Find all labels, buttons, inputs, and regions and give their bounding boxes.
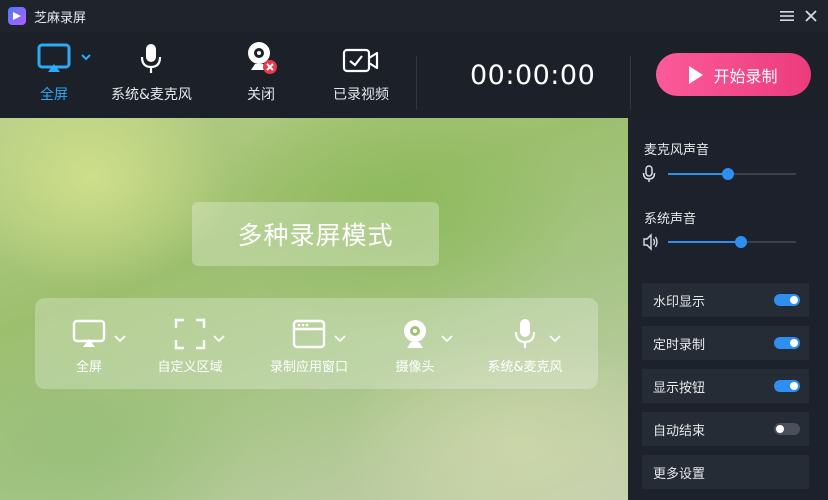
mode-label: 自定义区域 (157, 360, 223, 375)
close-icon[interactable] (801, 6, 821, 26)
app-logo-icon (8, 7, 26, 25)
option-label: 水印显示 (653, 294, 706, 310)
preview-area: 多种录屏模式 全屏 自定义区域 录制应用窗口 摄像头 系统&麦克风 (0, 118, 628, 500)
show-buttons-toggle[interactable] (774, 380, 800, 392)
mode-selector-bar: 全屏 自定义区域 录制应用窗口 摄像头 系统&麦克风 (35, 298, 598, 389)
mode-label: 系统&麦克风 (487, 360, 563, 375)
hamburger-icon[interactable] (777, 6, 797, 26)
settings-panel: 麦克风声音 系统声音 水印显示 定时录制 显示按钮 自动结束 更多设置 (628, 118, 828, 500)
mode-label: 摄像头 (395, 360, 435, 375)
system-volume-slider[interactable] (668, 236, 796, 248)
option-label: 显示按钮 (653, 380, 706, 396)
mic-volume-fill (668, 173, 729, 175)
microphone-icon (136, 40, 166, 76)
toggle-knob (776, 425, 784, 433)
scheduled-recording-toggle[interactable] (774, 337, 800, 349)
app-title: 芝麻录屏 (34, 10, 87, 26)
audio-source-button[interactable]: 系统&麦克风 (111, 40, 192, 104)
start-recording-button[interactable]: 开始录制 (656, 53, 811, 96)
option-label: 更多设置 (653, 466, 706, 482)
mode-label: 录制应用窗口 (270, 360, 349, 375)
option-auto-stop: 自动结束 (642, 412, 809, 446)
option-show-buttons: 显示按钮 (642, 369, 809, 403)
webcam-icon (400, 316, 430, 352)
speaker-icon (642, 233, 660, 255)
video-check-icon (341, 40, 381, 76)
recording-timer: 00:00:00 (470, 60, 596, 91)
camera-toggle-label: 关闭 (247, 87, 275, 103)
play-icon (689, 65, 704, 84)
watermark-toggle[interactable] (774, 294, 800, 306)
auto-stop-toggle[interactable] (774, 423, 800, 435)
modes-banner-title: 多种录屏模式 (237, 221, 394, 250)
option-label: 定时录制 (653, 337, 706, 353)
toolbar-divider (416, 56, 417, 110)
monitor-icon (72, 316, 106, 352)
system-volume-title: 系统声音 (644, 212, 697, 227)
camera-toggle-button[interactable]: 关闭 (243, 40, 279, 104)
toggle-knob (790, 382, 798, 390)
fullscreen-mode-label: 全屏 (40, 87, 68, 103)
option-scheduled-recording: 定时录制 (642, 326, 809, 360)
chevron-down-icon[interactable] (334, 328, 346, 347)
toggle-knob (790, 296, 798, 304)
title-bar: 芝麻录屏 (0, 0, 828, 32)
toolbar: 全屏 系统&麦克风 关闭 已录视频 00:00:00 开始录制 (0, 32, 828, 118)
audio-source-label: 系统&麦克风 (111, 87, 192, 103)
option-label: 自动结束 (653, 423, 706, 439)
mode-label: 全屏 (75, 360, 102, 375)
app-window-icon (292, 316, 326, 352)
system-volume-row (642, 233, 812, 251)
option-watermark: 水印显示 (642, 283, 809, 317)
fullscreen-mode-button[interactable]: 全屏 (34, 40, 94, 104)
webcam-off-icon (243, 40, 279, 76)
chevron-down-icon[interactable] (114, 328, 126, 347)
chevron-down-icon[interactable] (213, 328, 225, 347)
system-volume-knob[interactable] (734, 236, 747, 248)
modes-banner: 多种录屏模式 (192, 202, 439, 266)
mic-volume-title: 麦克风声音 (644, 143, 710, 158)
mic-volume-knob[interactable] (722, 168, 735, 180)
mic-volume-row (642, 165, 812, 183)
toolbar-divider (630, 56, 631, 110)
monitor-icon (34, 40, 94, 76)
region-select-icon (174, 316, 206, 352)
system-volume-fill (668, 241, 741, 243)
mode-webcam[interactable]: 摄像头 (395, 316, 435, 375)
microphone-icon (642, 165, 656, 187)
more-settings-button[interactable]: 更多设置 (642, 455, 809, 489)
chevron-down-icon[interactable] (549, 328, 561, 347)
start-recording-label: 开始录制 (713, 66, 778, 86)
recorded-videos-button[interactable]: 已录视频 (333, 40, 389, 104)
recorded-videos-label: 已录视频 (333, 87, 389, 103)
mic-volume-slider[interactable] (668, 168, 796, 180)
chevron-down-icon[interactable] (441, 328, 453, 347)
microphone-icon (512, 316, 538, 352)
toggle-knob (790, 339, 798, 347)
mode-fullscreen[interactable]: 全屏 (71, 316, 107, 375)
